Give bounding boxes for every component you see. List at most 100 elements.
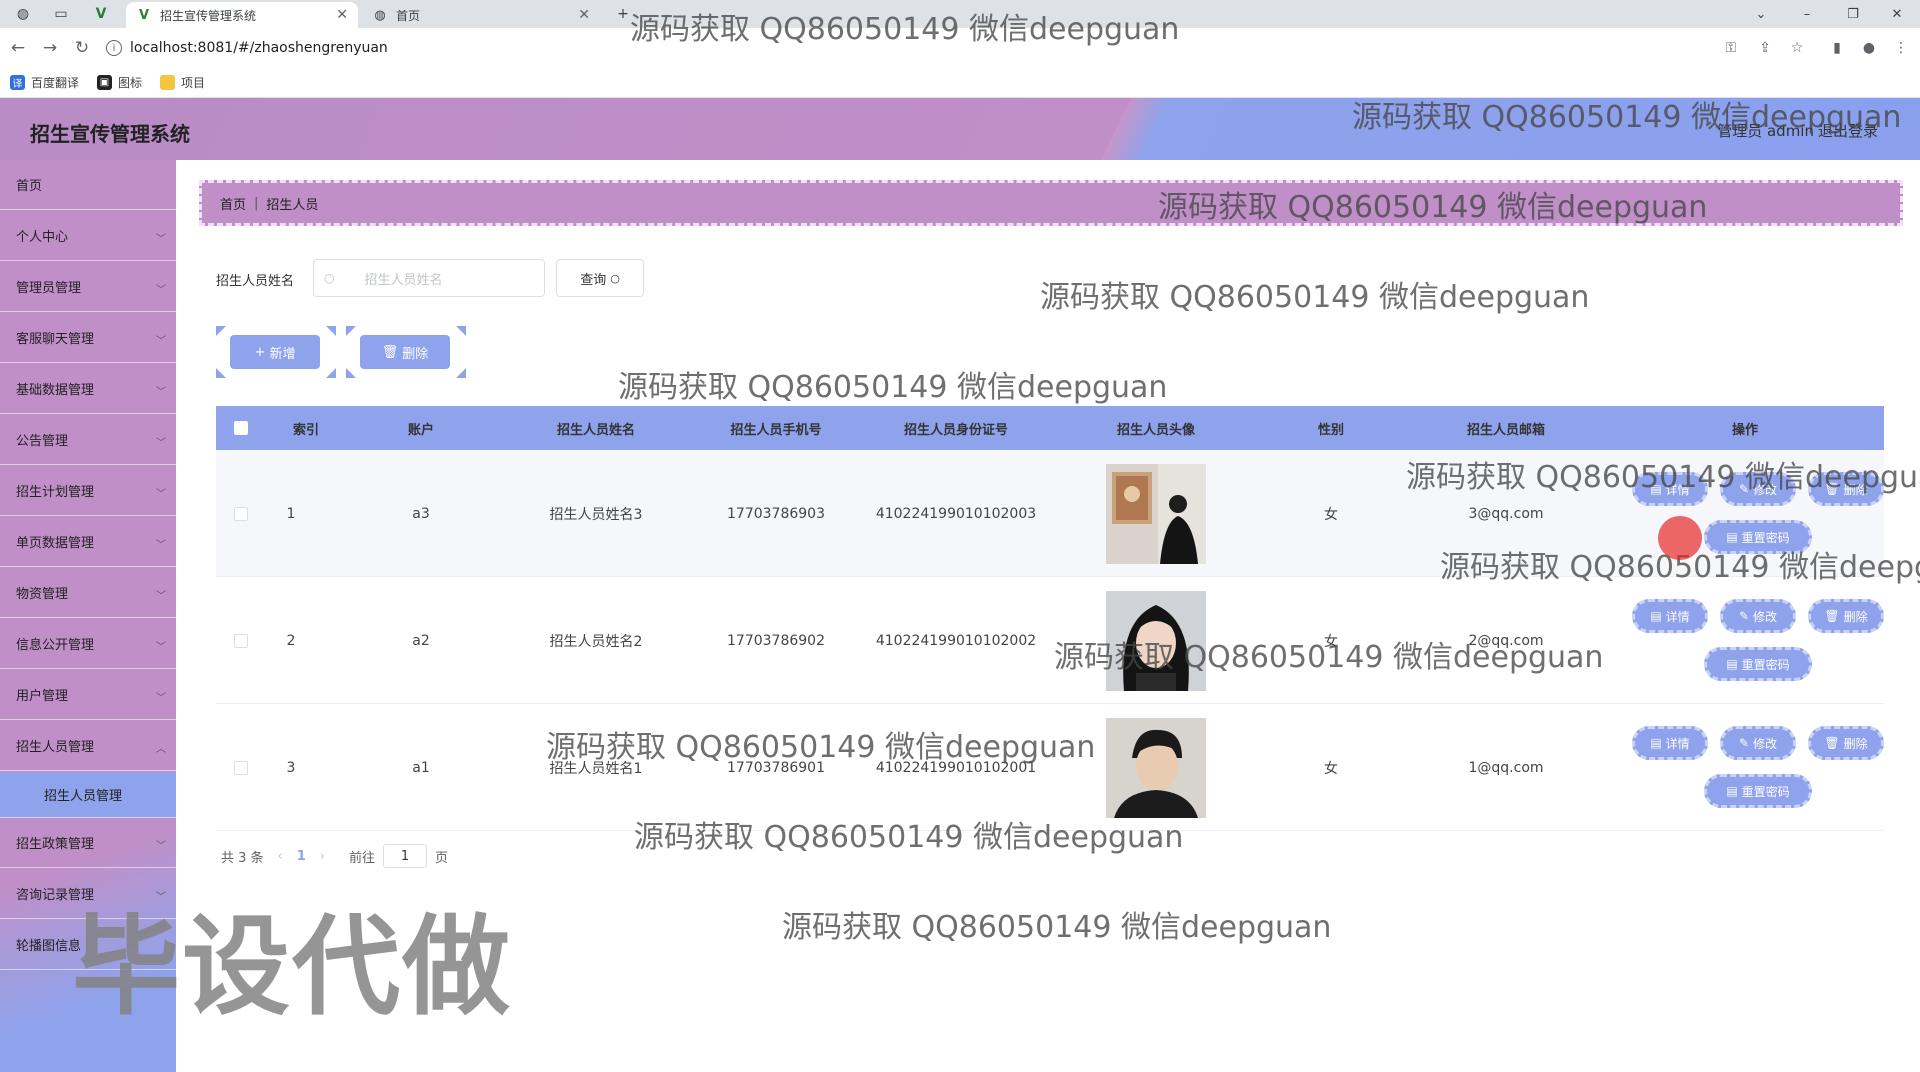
sidebar-item-users[interactable]: 用户管理 ﹀ <box>0 670 176 720</box>
restore-icon[interactable]: ❐ <box>1830 0 1876 28</box>
forward-icon[interactable]: → <box>40 38 60 58</box>
pagination-current-page[interactable]: 1 <box>297 849 306 864</box>
column-header: 性别 <box>1317 422 1344 438</box>
pagination-goto-label: 前往 <box>349 850 376 866</box>
tab-home[interactable]: ◍ 首页 ✕ <box>362 2 600 28</box>
tab-search-icon[interactable]: ⌄ <box>1738 0 1784 28</box>
index-cell: 2 <box>286 632 296 649</box>
sidebar-item-admins[interactable]: 管理员管理 ﹀ <box>0 262 176 312</box>
sidebar-item-label: 个人中心 <box>16 230 69 245</box>
phone-cell: 17703786902 <box>727 632 825 649</box>
sidebar-item-notice[interactable]: 公告管理 ﹀ <box>0 415 176 465</box>
share-icon[interactable]: ⇪ <box>1756 39 1774 57</box>
tab-title: 首页 <box>396 8 421 23</box>
profile-icon[interactable]: ● <box>1860 39 1878 57</box>
prev-page-icon[interactable]: ‹ <box>278 849 283 864</box>
search-input[interactable]: ○ 招生人员姓名 <box>313 259 545 297</box>
column-header: 招生人员身份证号 <box>903 422 1008 438</box>
batch-delete-button-wrap: 🗑 删除 <box>346 326 466 378</box>
column-header: 索引 <box>292 422 319 438</box>
sidepanel-icon[interactable]: ▮ <box>1828 39 1846 57</box>
detail-label: 详情 <box>1665 736 1690 751</box>
sidebar-item-personal[interactable]: 个人中心 ﹀ <box>0 211 176 261</box>
site-info-icon[interactable]: i <box>106 40 122 56</box>
bookmark-item[interactable]: 译 百度翻译 <box>10 74 79 91</box>
browser-profile-icon[interactable]: ◍ <box>12 4 34 24</box>
breadcrumb-current: 招生人员 <box>266 197 319 213</box>
gender-cell: 女 <box>1324 760 1338 777</box>
detail-button[interactable]: ▤ 详情 <box>1632 599 1708 633</box>
sidebar-item-single-page[interactable]: 单页数据管理 ﹀ <box>0 517 176 567</box>
sidebar-item-label: 招生人员管理 <box>44 789 123 804</box>
row-checkbox[interactable] <box>234 633 248 648</box>
sidebar-item-home[interactable]: 首页 <box>0 160 176 210</box>
close-window-icon[interactable]: ✕ <box>1874 0 1920 28</box>
select-all-checkbox[interactable] <box>234 421 248 435</box>
pagination-jump-input[interactable]: 1 <box>383 844 428 868</box>
document-icon: ▤ <box>1726 784 1738 798</box>
menu-icon[interactable]: ⋮ <box>1892 39 1910 57</box>
pagination-page-suffix: 页 <box>435 850 449 866</box>
reset-password-button[interactable]: ▤ 重置密码 <box>1704 647 1812 681</box>
edit-button[interactable]: ✎ 修改 <box>1720 599 1796 633</box>
sidebar-item-plan[interactable]: 招生计划管理 ﹀ <box>0 466 176 516</box>
bookmark-item[interactable]: 项目 <box>160 74 205 91</box>
sidebar-subitem-recruiters[interactable]: 招生人员管理 <box>0 772 176 818</box>
phone-cell: 17703786903 <box>727 505 825 522</box>
detail-button[interactable]: ▤ 详情 <box>1632 726 1708 760</box>
row-checkbox[interactable] <box>234 760 248 775</box>
watermark: 源码获取 QQ86050149 微信deepguan <box>1406 460 1920 495</box>
image-icon: ▣ <box>97 75 113 90</box>
next-page-icon[interactable]: › <box>320 849 325 864</box>
sidebar-item-recruiters[interactable]: 招生人员管理 ︿ <box>0 721 176 771</box>
edit-button[interactable]: ✎ 修改 <box>1720 726 1796 760</box>
trash-icon: 🗑 <box>1824 609 1840 623</box>
close-tab-icon[interactable]: ✕ <box>578 7 590 23</box>
sidebar-item-label: 单页数据管理 <box>16 536 95 551</box>
close-tab-icon[interactable]: ✕ <box>336 7 348 23</box>
delete-button[interactable]: 🗑 删除 <box>1808 726 1884 760</box>
chevron-down-icon: ﹀ <box>156 285 166 296</box>
watermark: 源码获取 QQ86050149 微信deepguan <box>630 12 1180 47</box>
add-button-wrap: + 新增 <box>216 326 336 378</box>
sidebar-item-info-public[interactable]: 信息公开管理 ﹀ <box>0 619 176 669</box>
sidebar-item-policy[interactable]: 招生政策管理 ﹀ <box>0 818 176 868</box>
index-cell: 1 <box>286 505 296 522</box>
row-checkbox[interactable] <box>234 506 248 521</box>
sidebar-item-label: 管理员管理 <box>16 281 82 296</box>
batch-delete-button[interactable]: 🗑 删除 <box>360 335 450 369</box>
breadcrumb-home[interactable]: 首页 <box>220 194 246 213</box>
watermark: 源码获取 QQ86050149 微信deepguan <box>634 820 1184 855</box>
column-header: 招生人员手机号 <box>730 422 822 438</box>
bookmark-label: 图标 <box>118 76 143 90</box>
column-header: 招生人员头像 <box>1116 422 1195 438</box>
sidebar-item-chat[interactable]: 客服聊天管理 ﹀ <box>0 313 176 363</box>
minimize-icon[interactable]: – <box>1784 0 1830 28</box>
row-actions: ▤ 详情 ✎ 修改 🗑 删除 ▤ 重置密码 <box>1606 704 1884 831</box>
column-header: 招生人员邮箱 <box>1466 422 1545 438</box>
id-card-cell: 410224199010102002 <box>875 632 1037 649</box>
search-button[interactable]: 查询 ○ <box>556 259 644 297</box>
reset-password-button[interactable]: ▤ 重置密码 <box>1704 774 1812 808</box>
watermark: 源码获取 QQ86050149 微信deepguan <box>1352 100 1902 135</box>
tab-active[interactable]: V 招生宣传管理系统 ✕ <box>126 2 358 28</box>
reset-password-label: 重置密码 <box>1741 657 1790 672</box>
index-cell: 3 <box>286 759 296 776</box>
corner-decoration <box>326 326 336 336</box>
vue-tab-icon[interactable]: V <box>90 4 112 24</box>
star-icon[interactable]: ☆ <box>1788 39 1806 57</box>
back-icon[interactable]: ← <box>8 38 28 58</box>
sidebar-item-label: 招生计划管理 <box>16 485 95 500</box>
delete-button[interactable]: 🗑 删除 <box>1808 599 1884 633</box>
watermark: 源码获取 QQ86050149 微信deepguan <box>1158 190 1708 225</box>
bookmark-item[interactable]: ▣ 图标 <box>97 74 142 91</box>
reload-icon[interactable]: ↻ <box>72 38 92 58</box>
sidebar-item-supplies[interactable]: 物资管理 ﹀ <box>0 568 176 618</box>
tab-group-icon[interactable]: ▭ <box>50 4 72 24</box>
add-button[interactable]: + 新增 <box>230 335 320 369</box>
edit-label: 修改 <box>1753 609 1778 624</box>
corner-decoration <box>346 368 356 378</box>
pencil-icon: ✎ <box>1738 736 1750 750</box>
key-icon[interactable]: ⚿ <box>1722 39 1740 57</box>
sidebar-item-basic-data[interactable]: 基础数据管理 ﹀ <box>0 364 176 414</box>
